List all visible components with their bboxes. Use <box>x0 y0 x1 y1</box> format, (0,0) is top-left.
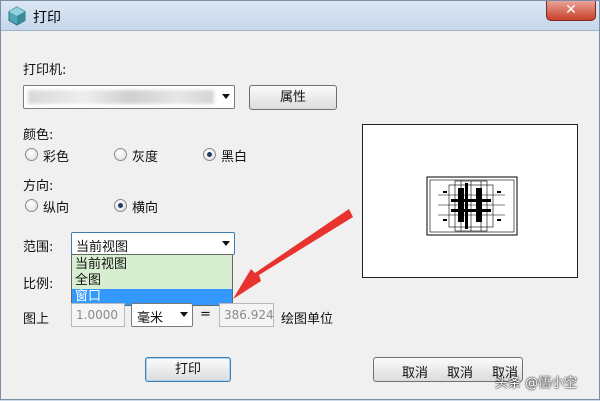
annotation-arrow <box>233 209 353 299</box>
watermark-text: 头条 @悟小空 <box>495 376 578 391</box>
print-dialog: 打印 ✕ 打印机: 属性 颜色: 彩色 灰度 黑白 方向: 纵向 横向 范围: … <box>0 0 600 400</box>
